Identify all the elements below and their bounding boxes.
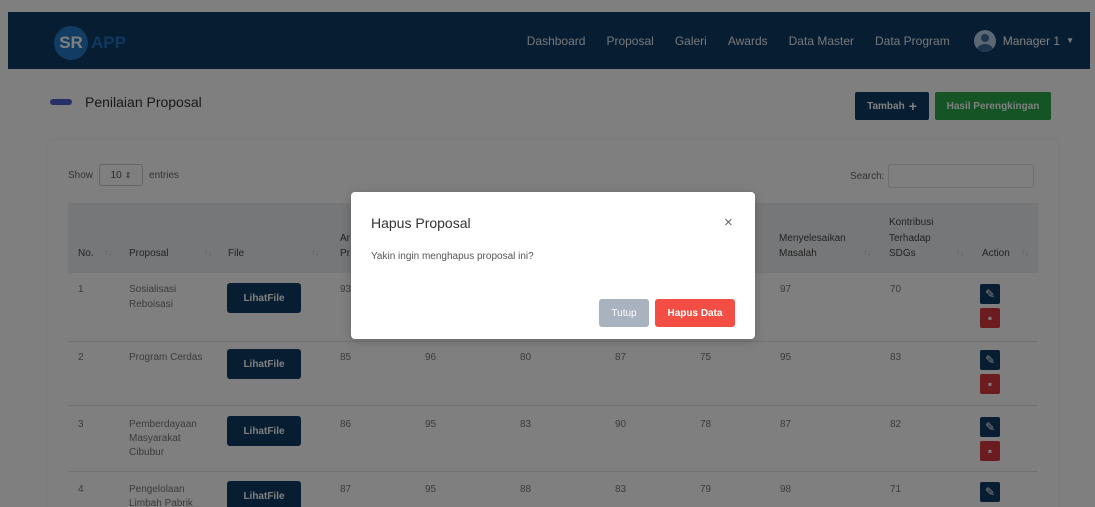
tutup-button[interactable]: Tutup: [599, 299, 649, 327]
hapus-data-button[interactable]: Hapus Data: [655, 299, 735, 327]
close-icon[interactable]: ×: [724, 214, 733, 231]
hapus-proposal-modal: Hapus Proposal × Yakin ingin menghapus p…: [351, 192, 755, 339]
modal-message: Yakin ingin menghapus proposal ini?: [371, 251, 534, 262]
modal-title: Hapus Proposal: [371, 215, 471, 231]
